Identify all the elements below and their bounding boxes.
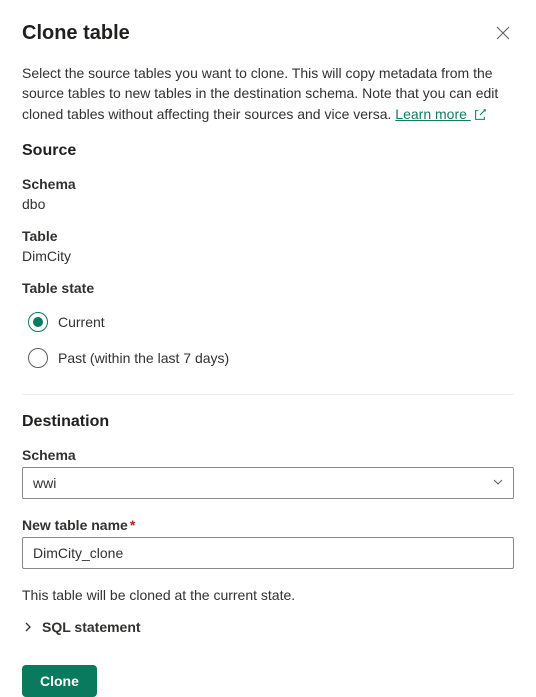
radio-icon bbox=[28, 348, 48, 368]
dialog-title: Clone table bbox=[22, 22, 130, 45]
radio-icon bbox=[28, 312, 48, 332]
close-icon bbox=[496, 26, 510, 43]
sql-statement-expander[interactable]: SQL statement bbox=[22, 619, 514, 635]
dialog-description: Select the source tables you want to clo… bbox=[22, 63, 514, 124]
sql-statement-label: SQL statement bbox=[42, 619, 141, 635]
radio-label-current: Current bbox=[58, 314, 105, 330]
source-table-label: Table bbox=[22, 228, 514, 244]
close-button[interactable] bbox=[492, 22, 514, 47]
destination-heading: Destination bbox=[22, 413, 514, 431]
chevron-right-icon bbox=[22, 621, 34, 633]
source-schema-label: Schema bbox=[22, 176, 514, 192]
new-table-name-label-text: New table name bbox=[22, 517, 128, 533]
clone-button[interactable]: Clone bbox=[22, 665, 97, 697]
destination-schema-value: wwi bbox=[33, 475, 56, 491]
radio-option-current[interactable]: Current bbox=[22, 304, 514, 340]
external-link-icon bbox=[473, 108, 487, 122]
new-table-name-label: New table name* bbox=[22, 517, 514, 533]
learn-more-link[interactable]: Learn more bbox=[395, 106, 470, 122]
source-heading: Source bbox=[22, 142, 514, 160]
required-asterisk: * bbox=[130, 517, 135, 533]
radio-label-past: Past (within the last 7 days) bbox=[58, 350, 229, 366]
section-divider bbox=[22, 394, 514, 395]
new-table-name-input[interactable] bbox=[22, 537, 514, 569]
radio-option-past[interactable]: Past (within the last 7 days) bbox=[22, 340, 514, 376]
clone-state-note: This table will be cloned at the current… bbox=[22, 587, 514, 603]
destination-schema-label: Schema bbox=[22, 447, 514, 463]
table-state-label: Table state bbox=[22, 280, 514, 296]
destination-schema-select[interactable]: wwi bbox=[22, 467, 514, 499]
source-schema-value: dbo bbox=[22, 196, 514, 212]
source-table-value: DimCity bbox=[22, 248, 514, 264]
table-state-radio-group: Current Past (within the last 7 days) bbox=[22, 304, 514, 376]
